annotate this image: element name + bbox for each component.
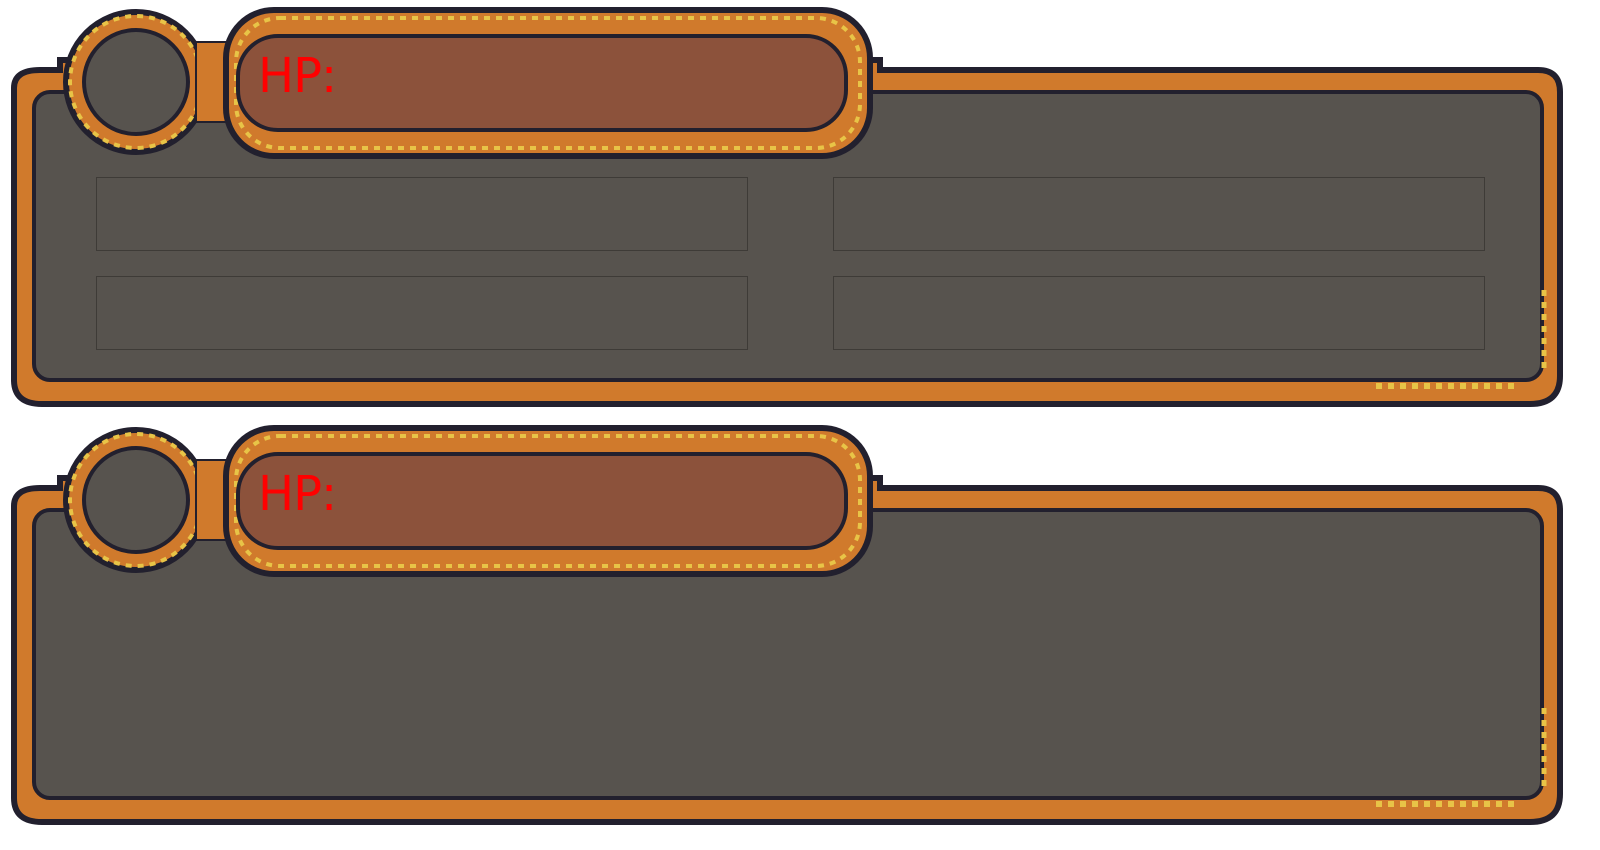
panel-frame	[11, 425, 1563, 825]
character-panel-2: HP:	[0, 418, 1600, 838]
portrait-empty-icon	[84, 28, 194, 138]
action-slot-2[interactable]	[833, 177, 1485, 251]
action-slot-1[interactable]	[96, 177, 748, 251]
action-slot-4[interactable]	[833, 276, 1485, 350]
character-panel-1: HP:	[0, 0, 1600, 420]
hp-label: HP:	[258, 466, 337, 522]
hp-label: HP:	[258, 48, 337, 104]
action-slot-3[interactable]	[96, 276, 748, 350]
portrait-empty-icon	[84, 446, 194, 556]
